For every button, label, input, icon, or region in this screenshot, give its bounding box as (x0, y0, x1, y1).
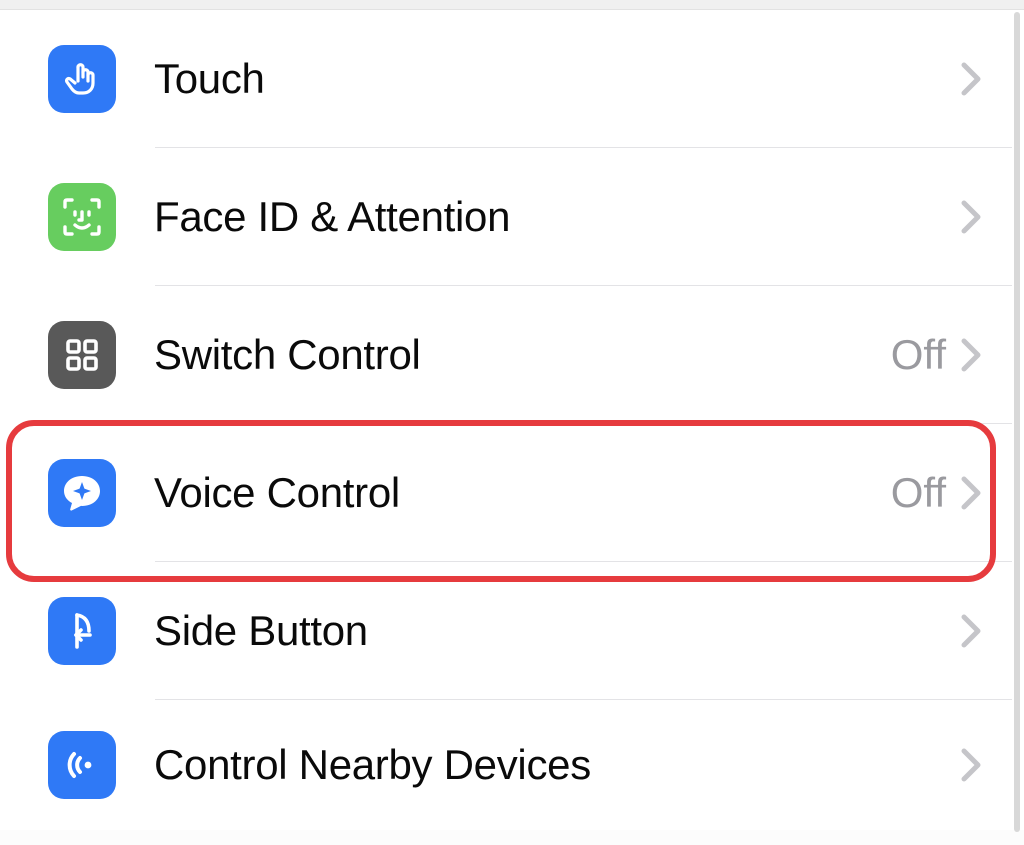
row-nearby[interactable]: Control Nearby Devices (0, 700, 1024, 830)
settings-list: Touch (0, 10, 1024, 830)
row-value: Off (891, 469, 946, 517)
chevron-right-icon (958, 197, 984, 237)
chevron-right-icon (958, 335, 984, 375)
faceid-icon (48, 183, 116, 251)
row-voice-control[interactable]: Voice Control Off (0, 424, 1024, 562)
settings-panel: Touch (0, 0, 1024, 845)
chevron-right-icon (958, 473, 984, 513)
row-touch[interactable]: Touch (0, 10, 1024, 148)
chevron-right-icon (958, 745, 984, 785)
row-faceid[interactable]: Face ID & Attention (0, 148, 1024, 286)
chevron-right-icon (958, 59, 984, 99)
row-switch-control[interactable]: Switch Control Off (0, 286, 1024, 424)
row-side-button[interactable]: Side Button (0, 562, 1024, 700)
row-label: Face ID & Attention (154, 193, 958, 241)
top-bar (0, 0, 1024, 10)
row-label: Side Button (154, 607, 958, 655)
row-label: Control Nearby Devices (154, 741, 958, 789)
switch-grid-icon (48, 321, 116, 389)
chevron-right-icon (958, 611, 984, 651)
row-label: Switch Control (154, 331, 891, 379)
nearby-icon (48, 731, 116, 799)
side-button-icon (48, 597, 116, 665)
row-value: Off (891, 331, 946, 379)
voice-control-icon (48, 459, 116, 527)
row-label: Voice Control (154, 469, 891, 517)
row-label: Touch (154, 55, 958, 103)
touch-icon (48, 45, 116, 113)
scrollbar[interactable] (1014, 12, 1020, 832)
